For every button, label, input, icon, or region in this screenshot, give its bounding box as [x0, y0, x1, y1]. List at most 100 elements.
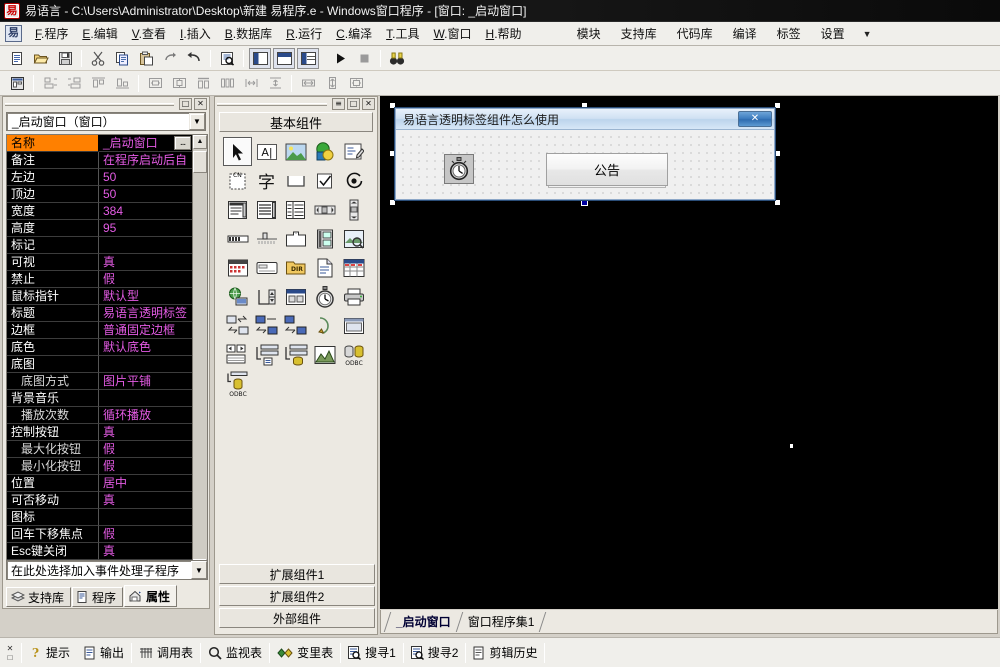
property-row[interactable]: 图标: [7, 509, 192, 526]
same-width-button[interactable]: [297, 73, 319, 94]
property-row[interactable]: 高度 95: [7, 220, 192, 237]
property-row[interactable]: Esc键关闭真: [7, 543, 192, 560]
property-row[interactable]: 鼠标指针 默认型: [7, 288, 192, 305]
property-value[interactable]: 假: [99, 271, 192, 288]
window-icon[interactable]: [281, 282, 310, 311]
menu-run[interactable]: R.运行: [279, 22, 329, 45]
menu-module[interactable]: 模块: [567, 22, 611, 45]
progress-bar-icon[interactable]: [223, 224, 252, 253]
tab-properties[interactable]: 属性: [124, 585, 178, 607]
property-value[interactable]: 图片平铺: [99, 373, 192, 390]
open-file-button[interactable]: [30, 48, 52, 69]
form-designer-button[interactable]: [6, 73, 28, 94]
dir-tree-icon[interactable]: DIR: [281, 253, 310, 282]
property-value[interactable]: 默认底色: [99, 339, 192, 356]
property-grid-scrollbar[interactable]: ▲ ▼: [192, 135, 207, 573]
menu-compile[interactable]: C.编泽: [329, 22, 379, 45]
menu-help[interactable]: H.帮助: [479, 22, 529, 45]
navigator-icon[interactable]: [223, 340, 252, 369]
designed-form-body[interactable]: 公告: [396, 130, 774, 199]
toolbox-category-header[interactable]: 基本组件: [219, 112, 373, 132]
property-row[interactable]: 最小化按钮假: [7, 458, 192, 475]
button-icon[interactable]: [281, 166, 310, 195]
property-value[interactable]: 95: [99, 220, 192, 237]
tab-start-window[interactable]: _启动窗口: [390, 612, 457, 632]
bottom-tab-calltable[interactable]: 调用表: [132, 642, 200, 664]
check-box-icon[interactable]: [310, 166, 339, 195]
align-left-button[interactable]: [39, 73, 61, 94]
property-value[interactable]: [99, 237, 192, 254]
bottom-tab-output[interactable]: 输出: [77, 642, 131, 664]
find-button[interactable]: [216, 48, 238, 69]
menu-label[interactable]: 标签: [767, 22, 811, 45]
internet-icon[interactable]: [223, 282, 252, 311]
property-row[interactable]: 标记: [7, 237, 192, 254]
slider-icon[interactable]: [252, 224, 281, 253]
property-row[interactable]: 背景音乐: [7, 390, 192, 407]
tab-support-library[interactable]: 支持库: [6, 587, 72, 607]
pointer-icon[interactable]: [223, 137, 252, 166]
center-horizontal-button[interactable]: [144, 73, 166, 94]
resize-handle-s[interactable]: [581, 199, 588, 206]
chevron-down-icon[interactable]: ▼: [855, 26, 880, 42]
property-value[interactable]: 假: [99, 441, 192, 458]
ext-component-2-button[interactable]: 扩展组件2: [219, 586, 375, 606]
property-value[interactable]: 50: [99, 186, 192, 203]
odbc-source-icon[interactable]: ODBC: [223, 369, 252, 398]
same-height-button[interactable]: [321, 73, 343, 94]
cut-button[interactable]: [87, 48, 109, 69]
space-horizontal-button[interactable]: [240, 73, 262, 94]
property-row[interactable]: 标题 易语言透明标签: [7, 305, 192, 322]
layout-split-view-button[interactable]: [297, 47, 319, 69]
db-source-icon[interactable]: [281, 340, 310, 369]
property-row[interactable]: 底图: [7, 356, 192, 373]
radio-button-icon[interactable]: [339, 166, 368, 195]
menu-support-library[interactable]: 支持库: [611, 22, 667, 45]
maximize-icon[interactable]: □: [347, 98, 360, 110]
month-calendar-icon[interactable]: [252, 253, 281, 282]
resize-handle-ne[interactable]: [774, 102, 781, 109]
restore-icon[interactable]: □: [8, 653, 13, 662]
property-value[interactable]: 真: [99, 424, 192, 441]
menu-tools[interactable]: T.工具: [379, 22, 426, 45]
undo-button[interactable]: [183, 48, 205, 69]
bottom-tab-search1[interactable]: 搜寻1: [341, 642, 403, 664]
scrollbar-track[interactable]: [193, 149, 207, 559]
paste-button[interactable]: [135, 48, 157, 69]
menu-code-library[interactable]: 代码库: [667, 22, 723, 45]
close-icon[interactable]: ✕: [738, 111, 772, 127]
close-icon[interactable]: ✕: [7, 644, 14, 653]
ext-component-1-button[interactable]: 扩展组件1: [219, 564, 375, 584]
data-source-icon[interactable]: [252, 340, 281, 369]
property-value[interactable]: 普通固定边框: [99, 322, 192, 339]
property-row[interactable]: 可否移动真: [7, 492, 192, 509]
scrollbar-thumb[interactable]: [193, 151, 207, 173]
designed-form[interactable]: 易语言透明标签组件怎么使用 ✕ 公告: [395, 108, 775, 200]
timer-icon[interactable]: [444, 154, 474, 184]
event-selector-dropdown[interactable]: 在此处选择加入事件处理子程序 ▼: [6, 560, 208, 580]
menu-edit[interactable]: E.编辑: [75, 22, 124, 45]
tab-window-program-set-1[interactable]: 窗口程序集1: [462, 612, 541, 632]
menu-compile-action[interactable]: 编译: [723, 22, 767, 45]
picture-box-icon[interactable]: [281, 137, 310, 166]
property-value[interactable]: [99, 509, 192, 526]
odbc-icon[interactable]: ODBC: [339, 340, 368, 369]
new-file-button[interactable]: [6, 48, 28, 69]
property-value[interactable]: 循环播放: [99, 407, 192, 424]
property-row[interactable]: 控制按钮真: [7, 424, 192, 441]
spin-icon[interactable]: [252, 282, 281, 311]
ellipsis-icon[interactable]: ...: [174, 136, 191, 150]
property-row[interactable]: 底色 默认底色: [7, 339, 192, 356]
announce-button[interactable]: 公告: [546, 153, 668, 186]
client-socket-icon[interactable]: [223, 311, 252, 340]
bottom-tab-search2[interactable]: 搜寻2: [404, 642, 466, 664]
form-designer-canvas[interactable]: 易语言透明标签组件怎么使用 ✕ 公告: [380, 96, 998, 609]
menu-insert[interactable]: I.插入: [173, 22, 218, 45]
chevron-down-icon[interactable]: ▼: [189, 113, 205, 130]
resize-handle-e[interactable]: [774, 150, 781, 157]
chevron-down-icon[interactable]: ▼: [191, 561, 207, 579]
copy-button[interactable]: [111, 48, 133, 69]
scroll-up-icon[interactable]: ▲: [193, 135, 207, 149]
menu-view[interactable]: V.查看: [125, 22, 173, 45]
menu-icon[interactable]: ≡: [332, 98, 345, 110]
